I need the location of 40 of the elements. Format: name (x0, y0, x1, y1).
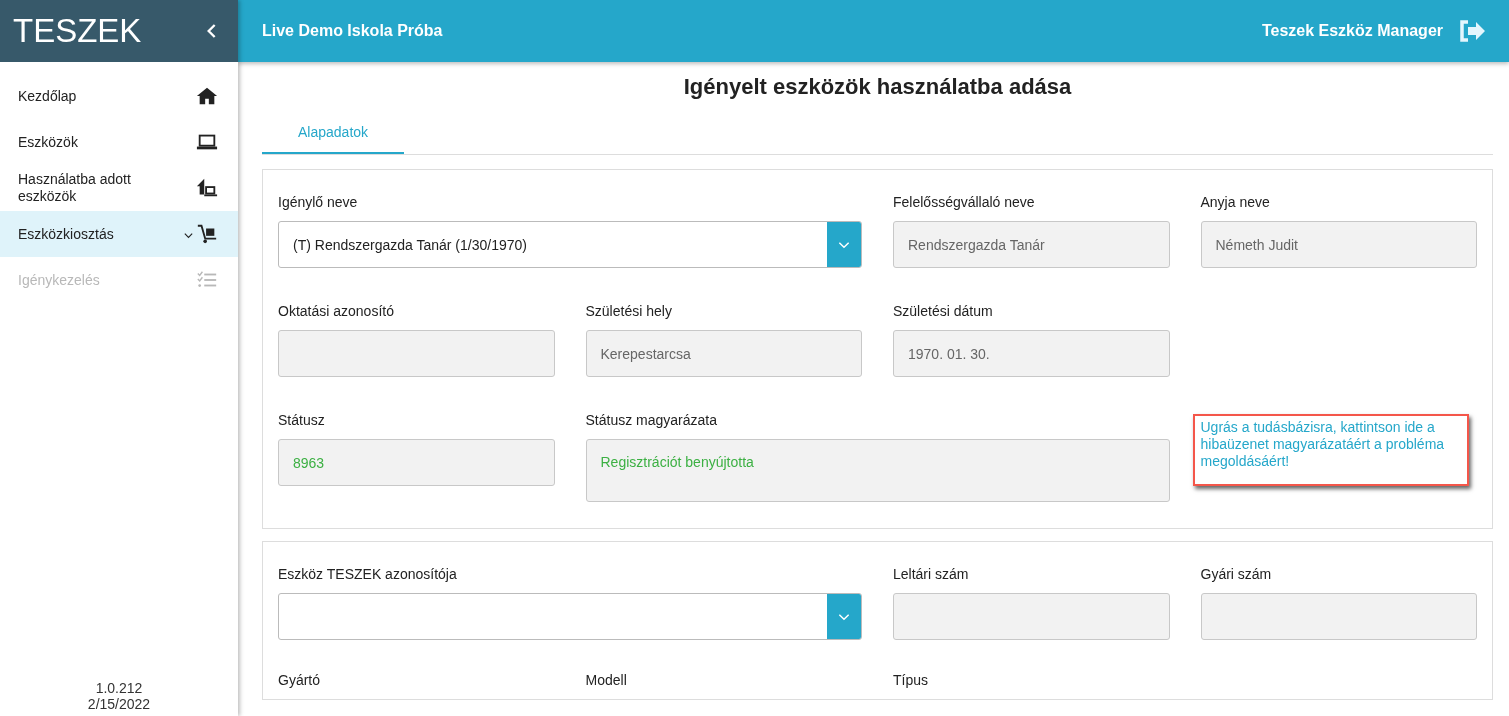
field-label: Születési hely (585, 303, 673, 320)
house-laptop-icon (196, 177, 218, 199)
input-field[interactable]: Rendszergazda Tanár (893, 221, 1170, 268)
field-label: Oktatási azonosító (278, 303, 395, 320)
field-label: Státusz (278, 412, 326, 429)
field-label: Gyártó (278, 672, 321, 689)
input-field[interactable] (1200, 593, 1477, 640)
select-field[interactable]: (T) Rendszergazda Tanár (1/30/1970) (278, 221, 862, 268)
field-label: Születési dátum (893, 303, 994, 320)
field-label: Felelősségvállaló neve (893, 194, 1036, 211)
nav-item[interactable]: Kezdőlap (0, 73, 238, 119)
home-icon (196, 85, 218, 107)
field-label: Eszköz TESZEK azonosítója (278, 566, 458, 583)
school-name: Live Demo Iskola Próba (262, 22, 443, 40)
build-date: 2/15/2022 (86, 696, 152, 712)
nav-item[interactable]: Használatba adott eszközök (0, 165, 238, 211)
field-label: Anyja neve (1200, 194, 1271, 211)
knowledge-base-link[interactable]: Ugrás a tudásbázisra, kattintson ide a hibaüzenet magyarázatáért a probléma megoldásáért! (1192, 414, 1469, 486)
input-field[interactable]: Kerepestarcsa (585, 330, 862, 377)
input-field[interactable]: Németh Judit (1200, 221, 1477, 268)
field-label: Modell (585, 672, 628, 689)
field-label: Státusz magyarázata (585, 412, 718, 429)
hand-truck-icon (196, 223, 218, 245)
field-label: Igénylő neve (278, 194, 359, 211)
field-label: Típus (893, 672, 929, 689)
select-field[interactable] (278, 593, 862, 640)
version-text: 1.0.212 (94, 680, 144, 696)
logo-text: TESZEK (13, 12, 142, 50)
field-label: Leltári szám (893, 566, 970, 583)
logout-button[interactable] (1457, 19, 1487, 43)
nav-item[interactable]: Eszközkiosztás (0, 211, 238, 257)
tab[interactable]: Alapadatok (262, 120, 405, 154)
page-title: Igényelt eszközök használatba adása (682, 74, 1073, 100)
input-field[interactable]: 1970. 01. 30. (893, 330, 1170, 377)
input-field[interactable] (278, 330, 555, 377)
nav-item[interactable]: Eszközök (0, 119, 238, 165)
app-name: Teszek Eszköz Manager (1261, 22, 1443, 40)
field-label: Gyári szám (1200, 566, 1273, 583)
logout-icon (1457, 19, 1487, 43)
input-field[interactable] (893, 593, 1170, 640)
